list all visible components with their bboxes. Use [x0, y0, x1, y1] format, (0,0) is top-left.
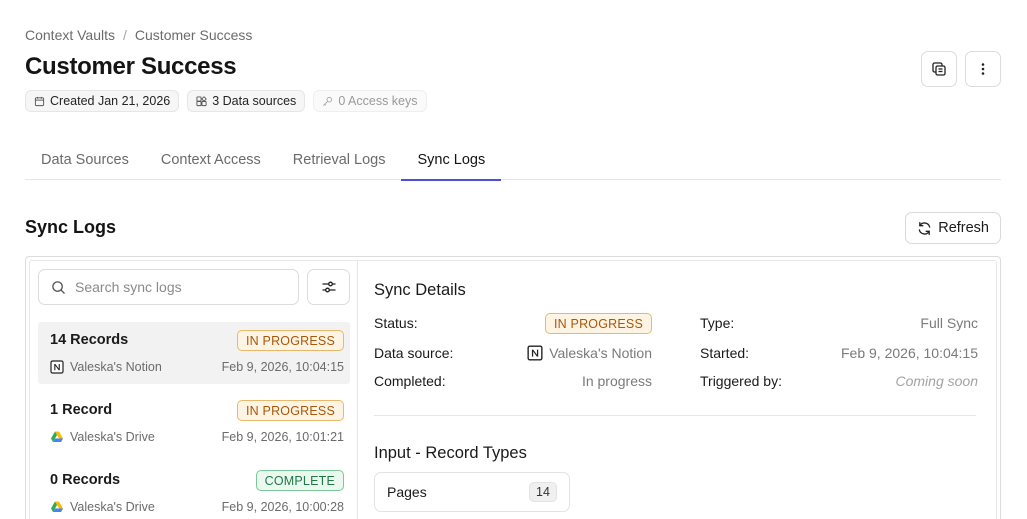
- log-timestamp: Feb 9, 2026, 10:04:15: [221, 360, 344, 374]
- copy-button[interactable]: [921, 51, 957, 87]
- notion-icon: [527, 345, 543, 361]
- sliders-icon: [321, 281, 336, 293]
- more-vertical-icon: [981, 63, 985, 75]
- breadcrumb-current: Customer Success: [134, 27, 253, 43]
- log-timestamp: Feb 9, 2026, 10:00:28: [221, 500, 344, 514]
- triggered-by-label: Triggered by:: [700, 373, 782, 389]
- created-text: Created Jan 21, 2026: [50, 94, 171, 108]
- record-type-label: Pages: [387, 484, 427, 500]
- data-source-label: Data source:: [374, 345, 454, 361]
- google-drive-icon: [51, 431, 63, 442]
- log-source: Valeska's Drive: [50, 430, 155, 444]
- triggered-by-value: Coming soon: [895, 373, 979, 389]
- tab-context-access[interactable]: Context Access: [145, 140, 277, 180]
- tab-sync-logs[interactable]: Sync Logs: [401, 140, 501, 181]
- sync-log-item[interactable]: 1 Record IN PROGRESS Valeska's Drive Feb…: [38, 392, 350, 454]
- tab-retrieval-logs[interactable]: Retrieval Logs: [277, 140, 402, 180]
- breadcrumb-root-link[interactable]: Context Vaults: [25, 27, 115, 43]
- search-placeholder: Search sync logs: [75, 279, 182, 295]
- log-timestamp: Feb 9, 2026, 10:01:21: [221, 430, 344, 444]
- search-icon: [52, 280, 65, 294]
- access-keys-chip: 0 Access keys: [313, 90, 427, 112]
- completed-value: In progress: [581, 373, 652, 389]
- status-badge: IN PROGRESS: [236, 400, 344, 421]
- started-label: Started:: [700, 345, 750, 361]
- google-drive-icon: [51, 501, 63, 512]
- log-source-name: Valeska's Drive: [70, 430, 155, 444]
- sync-logs-panel-inner: Search sync logs 14 Records IN PROGRESS …: [29, 260, 997, 519]
- type-label: Type:: [700, 315, 735, 331]
- data-source-value: Valeska's Notion: [484, 345, 652, 361]
- meta-chips: Created Jan 21, 2026 3 Data sources 0 Ac…: [25, 90, 427, 112]
- status-value: IN PROGRESS: [524, 313, 652, 334]
- blocks-icon: [196, 95, 207, 106]
- input-record-types-title: Input - Record Types: [374, 444, 527, 462]
- started-value: Feb 9, 2026, 10:04:15: [841, 345, 978, 361]
- header-actions: [921, 51, 1001, 87]
- access-keys-text: 0 Access keys: [338, 94, 418, 108]
- status-label: Status:: [374, 315, 418, 331]
- status-badge: COMPLETE: [255, 470, 344, 491]
- log-record-count: 1 Record: [50, 402, 113, 418]
- copy-icon: [932, 62, 946, 76]
- refresh-icon: [918, 221, 931, 235]
- breadcrumb: Context Vaults / Customer Success: [25, 27, 252, 43]
- record-type-count: 14: [529, 482, 557, 502]
- breadcrumb-separator: /: [123, 27, 127, 43]
- more-options-button[interactable]: [965, 51, 1001, 87]
- tab-data-sources[interactable]: Data Sources: [25, 140, 145, 180]
- status-badge: IN PROGRESS: [236, 330, 344, 351]
- calendar-icon: [34, 96, 45, 106]
- log-source-name: Valeska's Drive: [70, 500, 155, 514]
- tab-bar: Data Sources Context Access Retrieval Lo…: [25, 140, 1001, 181]
- sync-details-title: Sync Details: [374, 281, 466, 299]
- data-source-name: Valeska's Notion: [549, 345, 652, 361]
- log-source: Valeska's Notion: [50, 360, 162, 374]
- sync-details: Sync Details Status: IN PROGRESS Type: F…: [374, 261, 979, 519]
- section-title: Sync Logs: [25, 217, 117, 237]
- log-record-count: 14 Records: [50, 332, 129, 348]
- filter-button[interactable]: [307, 269, 350, 305]
- sync-logs-panel: Search sync logs 14 Records IN PROGRESS …: [25, 256, 1001, 519]
- data-sources-text: 3 Data sources: [212, 94, 297, 108]
- refresh-button[interactable]: Refresh: [905, 212, 1001, 244]
- completed-label: Completed:: [374, 373, 446, 389]
- log-source: Valeska's Drive: [50, 500, 155, 514]
- search-input[interactable]: Search sync logs: [38, 269, 299, 305]
- notion-icon: [50, 360, 64, 374]
- log-record-count: 0 Records: [50, 472, 121, 488]
- refresh-label: Refresh: [938, 220, 989, 236]
- page-title: Customer Success: [25, 53, 237, 80]
- created-chip: Created Jan 21, 2026: [25, 90, 180, 112]
- data-sources-chip: 3 Data sources: [187, 90, 306, 112]
- log-source-name: Valeska's Notion: [70, 360, 162, 374]
- sync-log-list: Search sync logs 14 Records IN PROGRESS …: [30, 261, 358, 519]
- record-type-card: Pages 14: [374, 472, 570, 512]
- type-value: Full Sync: [920, 315, 978, 331]
- status-badge: IN PROGRESS: [544, 313, 652, 334]
- sync-log-item[interactable]: 14 Records IN PROGRESS Valeska's Notion …: [38, 322, 350, 384]
- key-icon: [323, 96, 333, 106]
- divider: [374, 415, 976, 416]
- sync-log-item[interactable]: 0 Records COMPLETE Valeska's Drive Feb 9…: [38, 462, 350, 519]
